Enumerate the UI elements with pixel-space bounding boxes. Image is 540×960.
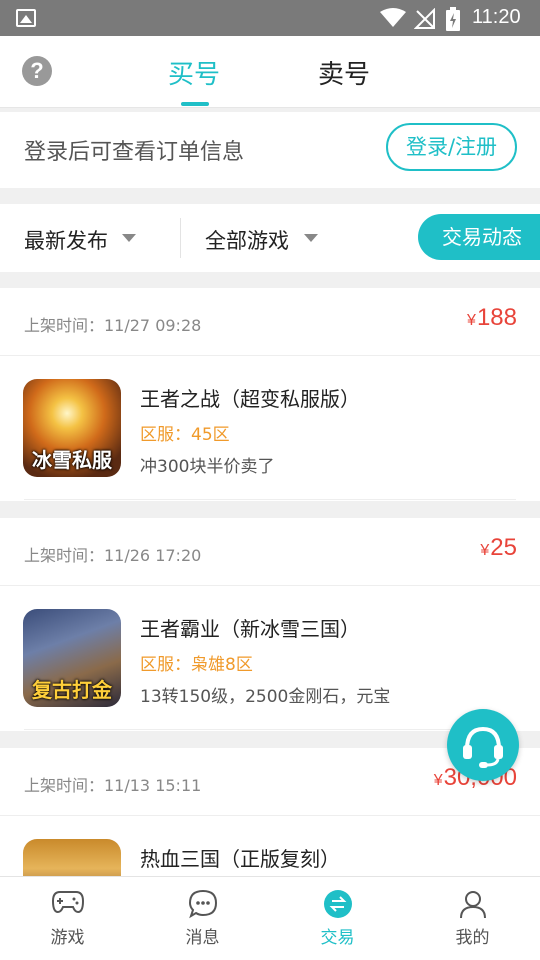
exchange-icon	[323, 890, 352, 918]
listing-header: 上架时间：11/26 17:20 ¥25	[0, 518, 540, 586]
thumbnail-label: 复古打金	[32, 678, 112, 702]
photo-icon	[16, 9, 36, 27]
nav-profile[interactable]: 我的	[405, 877, 540, 960]
listing-title: 王者之战（超变私服版）	[140, 387, 360, 411]
listing-title: 热血三国（正版复刻）	[140, 847, 340, 871]
game-filter-dropdown[interactable]: 全部游戏	[205, 225, 289, 255]
listing-header: 上架时间：11/27 09:28 ¥188	[0, 288, 540, 356]
wifi-icon	[380, 8, 406, 27]
listing-time: 上架时间：11/13 15:11	[24, 776, 202, 795]
listing-title: 王者霸业（新冰雪三国）	[140, 617, 360, 641]
login-hint-text: 登录后可查看订单信息	[24, 140, 245, 165]
help-icon[interactable]: ?	[22, 56, 52, 86]
customer-service-button[interactable]	[447, 709, 519, 781]
nav-trade[interactable]: 交易	[270, 877, 405, 960]
headset-icon	[463, 726, 503, 768]
nav-label: 游戏	[50, 928, 85, 948]
divider	[180, 218, 181, 258]
tab-buy-account[interactable]: 买号	[168, 54, 220, 91]
chat-icon	[188, 889, 217, 919]
listing-card[interactable]: 上架时间：11/27 09:28 ¥188 冰雪私服 王者之战（超变私服版） 区…	[0, 288, 540, 501]
listing-description: 冲300块半价卖了	[140, 457, 275, 477]
chevron-down-icon[interactable]	[122, 234, 136, 242]
tab-sell-account[interactable]: 卖号	[318, 54, 370, 91]
status-time: 11:20	[472, 6, 521, 28]
game-thumbnail	[23, 839, 121, 876]
listing-body[interactable]: 热血三国（正版复刻）	[0, 816, 540, 876]
listing-card[interactable]: 上架时间：11/26 17:20 ¥25 复古打金 王者霸业（新冰雪三国） 区服…	[0, 518, 540, 731]
bottom-nav: 游戏 消息 交易 我的	[0, 876, 540, 960]
login-prompt-bar: 登录后可查看订单信息 登录/注册	[0, 112, 540, 188]
nav-messages[interactable]: 消息	[135, 877, 270, 960]
sort-dropdown[interactable]: 最新发布	[24, 225, 108, 255]
listing-server: 区服：45区	[140, 425, 230, 445]
trade-dynamics-button[interactable]: 交易动态	[418, 214, 540, 260]
listing-price: ¥188	[467, 304, 517, 331]
signal-icon	[414, 8, 435, 29]
login-register-button[interactable]: 登录/注册	[386, 123, 517, 171]
listing-description: 13转150级，2500金刚石，元宝	[140, 687, 391, 707]
status-bar: 11:20	[0, 0, 540, 36]
listing-time: 上架时间：11/26 17:20	[24, 546, 202, 565]
listing-server: 区服：枭雄8区	[140, 655, 253, 675]
listing-body[interactable]: 冰雪私服 王者之战（超变私服版） 区服：45区 冲300块半价卖了	[0, 356, 540, 500]
top-bar: ? 买号 卖号	[0, 36, 540, 108]
nav-label: 消息	[185, 928, 220, 948]
nav-label: 交易	[320, 928, 355, 948]
nav-label: 我的	[455, 928, 490, 948]
listing-price: ¥25	[480, 534, 517, 561]
nav-games[interactable]: 游戏	[0, 877, 135, 960]
active-tab-indicator	[181, 102, 209, 106]
game-thumbnail: 复古打金	[23, 609, 121, 707]
battery-charging-icon	[446, 7, 460, 31]
filter-bar: 最新发布 全部游戏 交易动态	[0, 204, 540, 272]
divider	[24, 729, 516, 730]
listing-time: 上架时间：11/27 09:28	[24, 316, 202, 335]
chevron-down-icon[interactable]	[304, 234, 318, 242]
gamepad-icon	[51, 891, 84, 914]
divider	[24, 499, 516, 500]
game-thumbnail: 冰雪私服	[23, 379, 121, 477]
thumbnail-label: 冰雪私服	[32, 448, 112, 472]
person-icon	[459, 891, 486, 919]
